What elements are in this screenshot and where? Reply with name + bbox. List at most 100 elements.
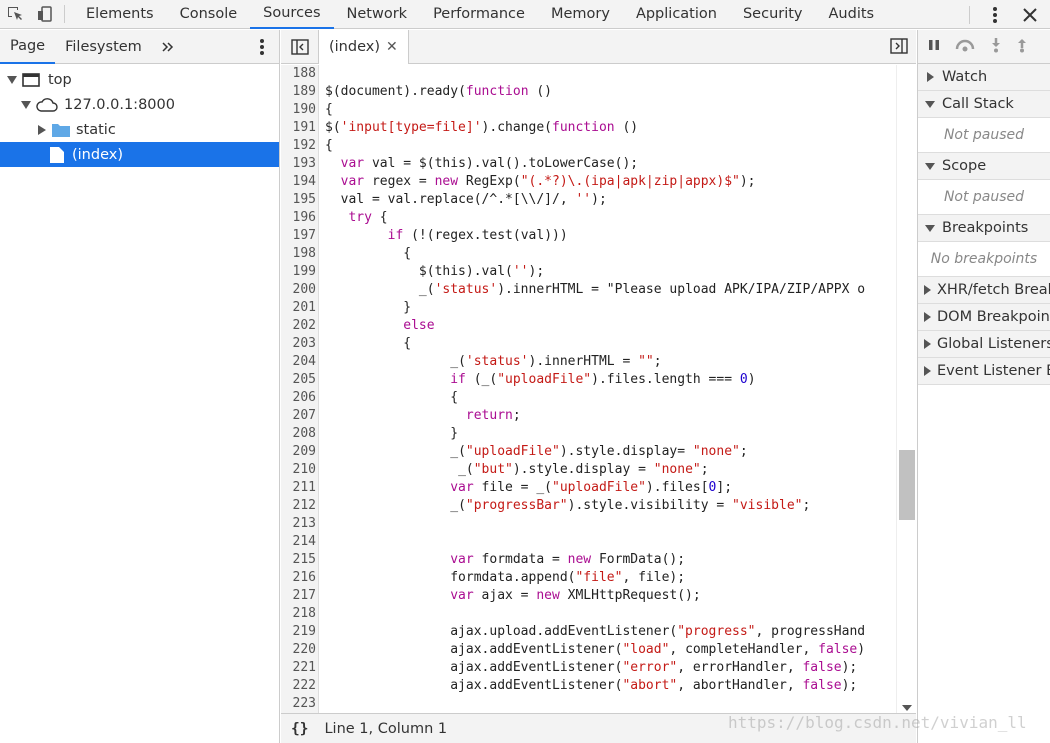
tab-memory[interactable]: Memory [538, 0, 623, 29]
pane-watch[interactable]: Watch [918, 64, 1050, 91]
code-line[interactable]: 189 $(document).ready(function () [281, 83, 896, 101]
pane-event-listener-breakpoints[interactable]: Event Listener Breakpoints [918, 358, 1050, 385]
line-number[interactable]: 206 [281, 389, 316, 407]
code-line[interactable]: 203 { [281, 335, 896, 353]
tab-console[interactable]: Console [167, 0, 251, 29]
pane-global-listeners[interactable]: Global Listeners [918, 331, 1050, 358]
line-number[interactable]: 217 [281, 587, 316, 605]
line-number[interactable]: 208 [281, 425, 316, 443]
close-tab-icon[interactable]: ✕ [386, 39, 398, 55]
tree-item-host[interactable]: 127.0.0.1:8000 [0, 92, 279, 117]
navigator-menu-icon[interactable] [259, 38, 265, 60]
line-number[interactable]: 215 [281, 551, 316, 569]
line-number[interactable]: 209 [281, 443, 316, 461]
code-line[interactable]: 205 if (_("uploadFile").files.length ===… [281, 371, 896, 389]
line-number[interactable]: 194 [281, 173, 316, 191]
more-tabs-icon[interactable] [152, 30, 184, 64]
code-line[interactable]: 194 var regex = new RegExp("(.*?)\.(ipa|… [281, 173, 896, 191]
collapsed-triangle-icon[interactable] [36, 124, 48, 136]
code-line[interactable]: 222 ajax.addEventListener("abort", abort… [281, 677, 896, 695]
step-out-icon[interactable] [1016, 37, 1028, 57]
code-line[interactable]: 188 [281, 65, 896, 83]
code-line[interactable]: 202 else [281, 317, 896, 335]
code-line[interactable]: 215 var formdata = new FormData(); [281, 551, 896, 569]
code-line[interactable]: 214 [281, 533, 896, 551]
pretty-print-button[interactable]: {} [291, 721, 308, 737]
toggle-debugger-icon[interactable] [890, 38, 908, 58]
line-number[interactable]: 190 [281, 101, 316, 119]
line-number[interactable]: 192 [281, 137, 316, 155]
code-line[interactable]: 218 [281, 605, 896, 623]
line-number[interactable]: 210 [281, 461, 316, 479]
tab-performance[interactable]: Performance [420, 0, 538, 29]
vertical-scrollbar[interactable] [896, 65, 916, 719]
code-line[interactable]: 223 [281, 695, 896, 713]
code-line[interactable]: 209 _("uploadFile").style.display= "none… [281, 443, 896, 461]
code-line[interactable]: 219 ajax.upload.addEventListener("progre… [281, 623, 896, 641]
line-number[interactable]: 220 [281, 641, 316, 659]
line-number[interactable]: 200 [281, 281, 316, 299]
tree-item-static[interactable]: static [0, 117, 279, 142]
line-number[interactable]: 216 [281, 569, 316, 587]
code-line[interactable]: 212 _("progressBar").style.visibility = … [281, 497, 896, 515]
code-content[interactable]: 188 189 $(document).ready(function () 190 {1… [281, 65, 896, 713]
scroll-down-arrow-icon[interactable] [902, 705, 912, 711]
line-number[interactable]: 197 [281, 227, 316, 245]
pane-xhr-breakpoints[interactable]: XHR/fetch Breakpoints [918, 277, 1050, 304]
tab-application[interactable]: Application [623, 0, 730, 29]
expand-triangle-icon[interactable] [6, 74, 18, 86]
line-number[interactable]: 199 [281, 263, 316, 281]
pane-call-stack[interactable]: Call Stack [918, 91, 1050, 118]
line-number[interactable]: 205 [281, 371, 316, 389]
inspect-element-icon[interactable] [0, 0, 30, 29]
line-number[interactable]: 193 [281, 155, 316, 173]
tab-network[interactable]: Network [334, 0, 421, 29]
pane-dom-breakpoints[interactable]: DOM Breakpoints [918, 304, 1050, 331]
tab-sources[interactable]: Sources [250, 0, 334, 29]
tab-security[interactable]: Security [730, 0, 816, 29]
tab-filesystem[interactable]: Filesystem [55, 30, 152, 64]
more-options-icon[interactable] [980, 0, 1010, 29]
line-number[interactable]: 222 [281, 677, 316, 695]
pane-scope[interactable]: Scope [918, 153, 1050, 180]
code-line[interactable]: 206 { [281, 389, 896, 407]
line-number[interactable]: 212 [281, 497, 316, 515]
pane-breakpoints[interactable]: Breakpoints [918, 215, 1050, 242]
step-into-icon[interactable] [990, 37, 1002, 57]
line-number[interactable]: 221 [281, 659, 316, 677]
code-line[interactable]: 204 _('status').innerHTML = ""; [281, 353, 896, 371]
code-line[interactable]: 208 } [281, 425, 896, 443]
close-icon[interactable] [1010, 0, 1050, 29]
code-line[interactable]: 199 $(this).val(''); [281, 263, 896, 281]
line-number[interactable]: 204 [281, 353, 316, 371]
step-over-icon[interactable] [954, 38, 976, 56]
line-number[interactable]: 213 [281, 515, 316, 533]
expand-triangle-icon[interactable] [20, 99, 32, 111]
code-line[interactable]: 217 var ajax = new XMLHttpRequest(); [281, 587, 896, 605]
device-toolbar-icon[interactable] [30, 0, 60, 29]
line-number[interactable]: 214 [281, 533, 316, 551]
line-number[interactable]: 188 [281, 65, 316, 83]
line-number[interactable]: 211 [281, 479, 316, 497]
tab-elements[interactable]: Elements [73, 0, 167, 29]
tab-page[interactable]: Page [0, 30, 56, 64]
code-line[interactable]: 200 _('status').innerHTML = "Please uplo… [281, 281, 896, 299]
code-line[interactable]: 190 { [281, 101, 896, 119]
code-line[interactable]: 221 ajax.addEventListener("error", error… [281, 659, 896, 677]
tree-item-index[interactable]: (index) [0, 142, 279, 167]
code-line[interactable]: 197 if (!(regex.test(val))) [281, 227, 896, 245]
code-line[interactable]: 201 } [281, 299, 896, 317]
code-editor[interactable]: 188 189 $(document).ready(function () 190 {1… [281, 65, 896, 719]
line-number[interactable]: 207 [281, 407, 316, 425]
line-number[interactable]: 218 [281, 605, 316, 623]
line-number[interactable]: 223 [281, 695, 316, 713]
tab-audits[interactable]: Audits [816, 0, 888, 29]
line-number[interactable]: 203 [281, 335, 316, 353]
toggle-navigator-icon[interactable] [281, 29, 319, 64]
line-number[interactable]: 198 [281, 245, 316, 263]
tree-item-top[interactable]: top [0, 67, 279, 92]
line-number[interactable]: 201 [281, 299, 316, 317]
line-number[interactable]: 189 [281, 83, 316, 101]
line-number[interactable]: 191 [281, 119, 316, 137]
code-line[interactable]: 195 val = val.replace(/^.*[\\/]/, ''); [281, 191, 896, 209]
